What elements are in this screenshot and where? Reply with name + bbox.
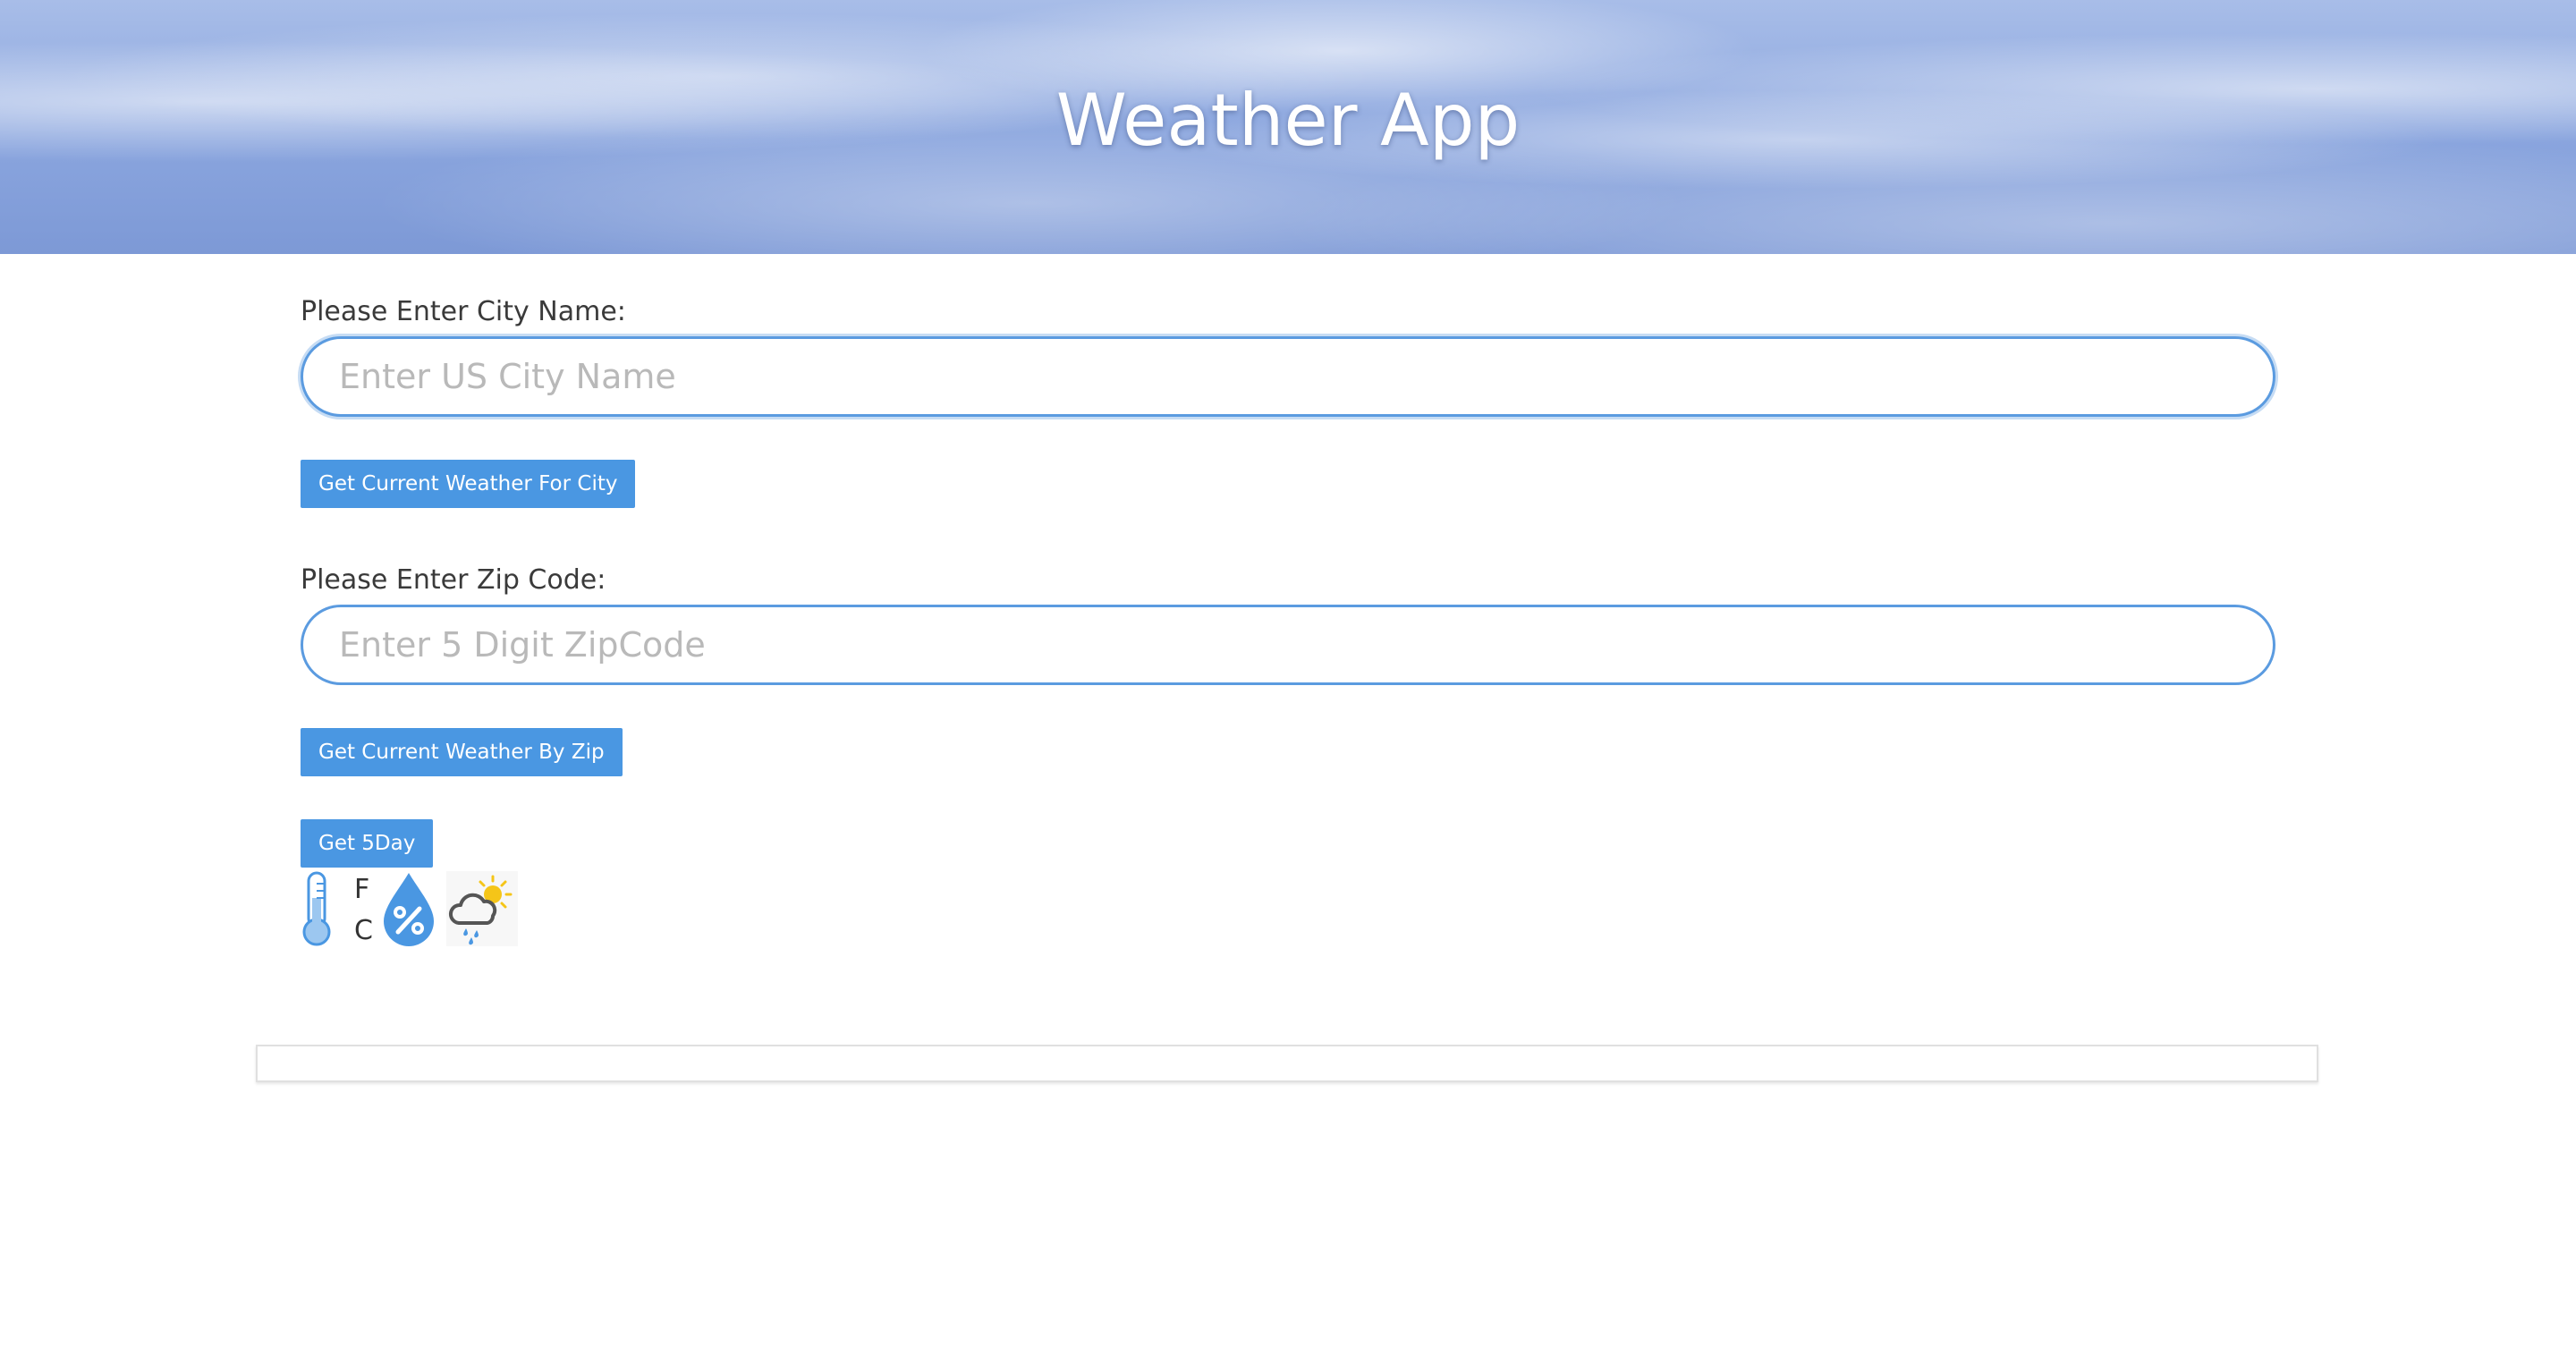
city-name-label: Please Enter City Name: [301,296,626,327]
get-weather-zip-button[interactable]: Get Current Weather By Zip [301,728,623,776]
temperature-units: F C [354,869,373,952]
city-name-input[interactable] [301,336,2275,417]
get-weather-city-button[interactable]: Get Current Weather For City [301,460,636,508]
weather-results-panel [256,1045,2318,1082]
partly-sunny-rain-icon [445,871,518,950]
fahrenheit-unit: F [354,874,370,905]
humidity-drop-icon [380,871,437,950]
weather-icons-row: F C [301,869,518,952]
header-banner: Weather App [0,0,2576,254]
thermometer-icon [301,871,333,950]
get-5day-button[interactable]: Get 5Day [301,819,434,868]
app-title: Weather App [1055,79,1521,162]
celsius-unit: C [354,915,373,946]
zip-code-label: Please Enter Zip Code: [301,564,606,596]
weather-form: Please Enter City Name: Get Current Weat… [301,295,2275,868]
zip-code-input[interactable] [301,605,2275,685]
